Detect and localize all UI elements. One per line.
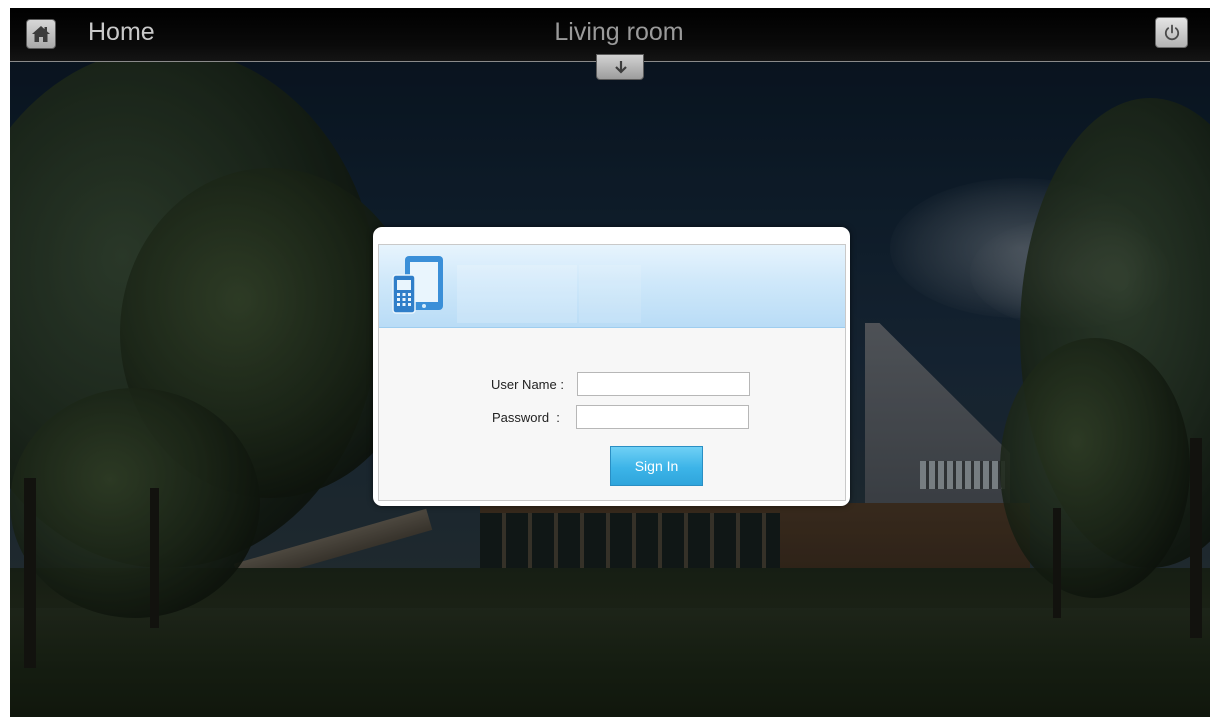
app-screen: Home Living room User Name: Password: … [10, 8, 1210, 717]
password-label: Password : [492, 410, 560, 425]
arrow-down-icon [615, 61, 627, 74]
password-input[interactable] [576, 405, 749, 429]
login-dialog: User Name : Password : Sign In [373, 227, 850, 506]
sign-in-button[interactable]: Sign In [610, 446, 703, 486]
room-title: Living room [554, 18, 684, 46]
username-input[interactable] [577, 372, 750, 396]
power-button[interactable] [1155, 17, 1188, 48]
room-select-down-button[interactable] [596, 54, 644, 80]
username-label: User Name : [491, 377, 564, 392]
banner-highlight [457, 265, 577, 323]
login-header-banner [379, 245, 845, 328]
power-icon [1164, 24, 1180, 41]
tablet-phone-icon [392, 256, 443, 314]
banner-highlight [579, 265, 641, 323]
